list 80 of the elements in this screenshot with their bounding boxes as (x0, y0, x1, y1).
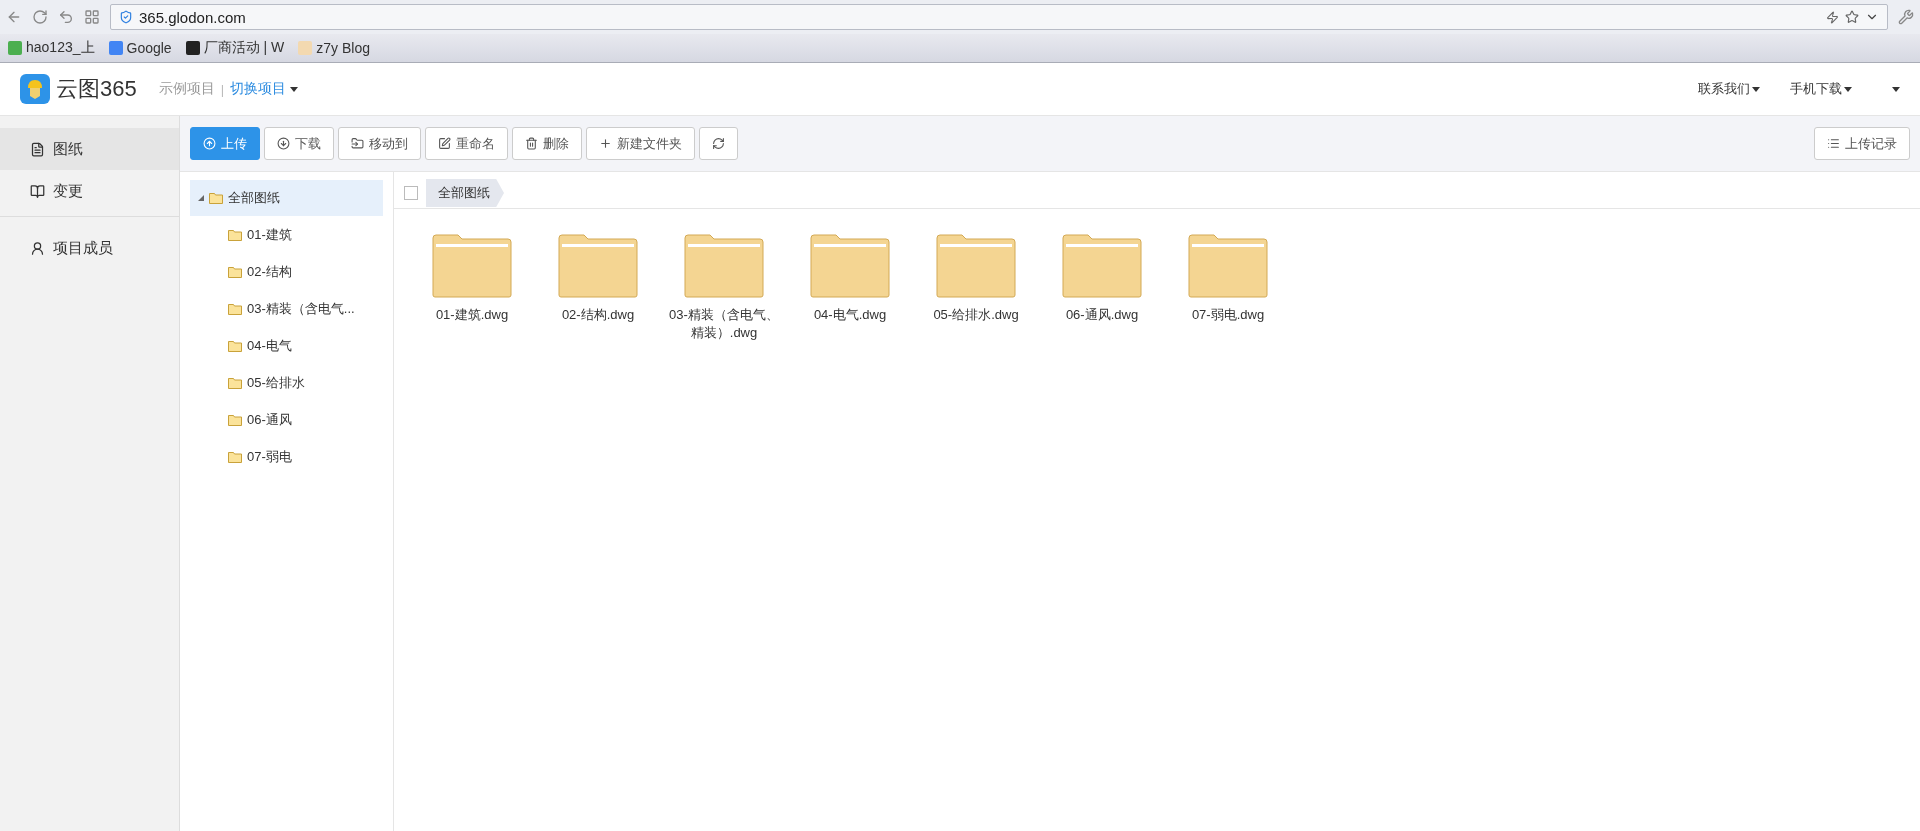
download-icon (277, 137, 290, 150)
grid-icon[interactable] (84, 9, 100, 25)
folder-icon (228, 450, 242, 463)
folder-icon (228, 302, 242, 315)
bookmark-link[interactable]: Google (108, 40, 172, 56)
tree-item[interactable]: 07-弱电 (190, 438, 383, 475)
logo-text: 云图365 (56, 75, 137, 103)
toolbar-button[interactable]: 移动到 (338, 127, 421, 160)
file-name: 01-建筑.dwg (435, 306, 509, 324)
select-all-checkbox[interactable] (404, 186, 418, 200)
header-menu-caret[interactable] (1892, 86, 1900, 92)
breadcrumb-item[interactable]: 全部图纸 (426, 179, 504, 207)
bookmark-link[interactable]: z7y Blog (298, 40, 370, 56)
toolbar-button[interactable]: 删除 (512, 127, 582, 160)
reload-icon[interactable] (32, 9, 48, 25)
edit-icon (438, 137, 451, 150)
sidebar-item[interactable]: 变更 (0, 170, 179, 212)
folder-icon (209, 192, 223, 204)
folder-icon (228, 339, 242, 352)
bookmark-link[interactable]: 厂商活动 | W (185, 39, 285, 57)
folder-icon (228, 376, 242, 389)
shield-icon (119, 10, 133, 24)
folder-icon (228, 265, 242, 278)
user-icon (30, 240, 45, 256)
list-icon (1827, 137, 1840, 150)
upload-history-button[interactable]: 上传记录 (1814, 127, 1910, 160)
wrench-icon[interactable] (1898, 9, 1914, 25)
plus-icon (599, 137, 612, 150)
back-icon[interactable] (6, 9, 22, 25)
sidebar-item[interactable]: 图纸 (0, 128, 179, 170)
file-name: 05-给排水.dwg (933, 306, 1019, 324)
star-icon[interactable] (1845, 10, 1859, 24)
file-name: 06-通风.dwg (1065, 306, 1139, 324)
book-icon (30, 183, 45, 199)
expand-arrow-icon[interactable] (198, 195, 204, 201)
logo-icon (20, 74, 50, 104)
tree-item[interactable]: 06-通风 (190, 401, 383, 438)
folder-icon[interactable] (1188, 234, 1268, 298)
toolbar-button[interactable]: 新建文件夹 (586, 127, 695, 160)
document-icon (30, 141, 45, 157)
trash-icon (525, 137, 538, 150)
file-name: 04-电气.dwg (813, 306, 887, 324)
caret-icon (1892, 86, 1900, 92)
refresh-button[interactable] (699, 127, 738, 160)
bookmark-link[interactable]: hao123_上 (8, 39, 95, 57)
tree-item[interactable]: 04-电气 (190, 327, 383, 364)
header-menu-link[interactable]: 手机下载 (1790, 80, 1852, 98)
folder-icon[interactable] (432, 234, 512, 298)
folder-icon[interactable] (936, 234, 1016, 298)
toolbar-button[interactable]: 下载 (264, 127, 334, 160)
folder-icon[interactable] (810, 234, 890, 298)
caret-icon (290, 86, 299, 92)
tree-item[interactable]: 01-建筑 (190, 216, 383, 253)
folder-icon[interactable] (684, 234, 764, 298)
folder-icon[interactable] (558, 234, 638, 298)
tree-item[interactable]: 02-结构 (190, 253, 383, 290)
project-name: 示例项目 (158, 80, 215, 98)
file-name: 02-结构.dwg (561, 306, 635, 324)
address-field[interactable]: 365.glodon.com (110, 4, 1888, 30)
url-text: 365.glodon.com (139, 8, 247, 26)
divider-text: | (220, 81, 225, 97)
upload-icon (203, 137, 216, 150)
refresh-icon (712, 137, 725, 150)
undo-icon[interactable] (58, 9, 74, 25)
tree-root-item[interactable]: 全部图纸 (190, 180, 383, 216)
caret-icon (1844, 86, 1852, 92)
caret-icon (1752, 86, 1760, 92)
folder-icon[interactable] (1062, 234, 1142, 298)
tree-item[interactable]: 03-精装（含电气... (190, 290, 383, 327)
folder-icon (228, 413, 242, 426)
toolbar-button[interactable]: 重命名 (425, 127, 508, 160)
header-menu-link[interactable]: 联系我们 (1698, 80, 1760, 98)
sidebar-item[interactable]: 项目成员 (0, 227, 179, 269)
lightning-icon[interactable] (1826, 10, 1839, 24)
folder-arrow-icon (351, 137, 364, 150)
tree-item[interactable]: 05-给排水 (190, 364, 383, 401)
file-name: 03-精装（含电气、精装）.dwg (668, 306, 780, 342)
folder-icon (228, 228, 242, 241)
file-name: 07-弱电.dwg (1191, 306, 1265, 324)
switch-project-link[interactable]: 切换项目 (230, 80, 299, 98)
